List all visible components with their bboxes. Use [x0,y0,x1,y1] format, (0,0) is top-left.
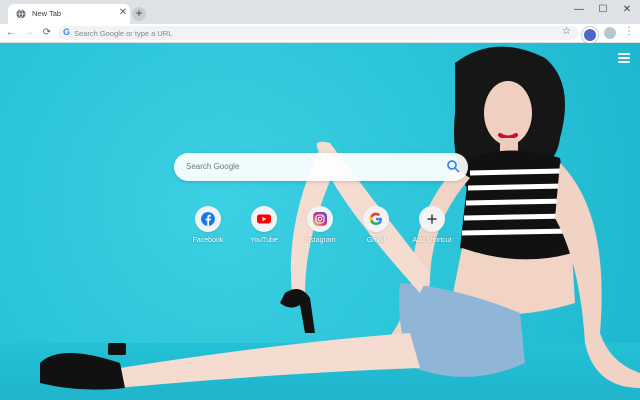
shortcut-label: Add shortcut [412,237,452,244]
more-menu-icon[interactable]: ⋮ [624,26,634,37]
toolbar: ← → ⟳ G Search Google or type a URL ☆ ⋮ [0,24,640,43]
extension-icon[interactable] [582,27,598,43]
instagram-icon [313,212,327,226]
customize-menu-icon[interactable] [618,53,630,63]
shortcut-tile [419,206,445,232]
shortcut-tile [307,206,333,232]
bookmark-star-icon[interactable]: ☆ [562,26,571,37]
back-arrow-icon[interactable]: ← [4,26,18,40]
new-tab-page: Search Google Facebook YouTube Instagram… [0,43,640,400]
shortcut-tile [195,206,221,232]
shortcut-tile [251,206,277,232]
maximize-button[interactable]: ☐ [592,3,614,17]
facebook-icon [201,212,215,226]
plus-icon [427,214,437,224]
google-g-icon: G [63,27,71,37]
search-box[interactable]: Search Google [174,153,468,181]
shortcut-label: Gmail [366,237,386,244]
tab-title: New Tab [32,9,62,18]
search-placeholder: Search Google [186,162,240,171]
reload-icon[interactable]: ⟳ [40,26,54,40]
shortcut-tile [363,206,389,232]
omnibox-placeholder: Search Google or type a URL [74,29,173,38]
close-window-button[interactable]: ✕ [616,3,638,17]
new-tab-button[interactable]: + [132,7,146,21]
omnibox[interactable]: G Search Google or type a URL [58,26,578,40]
forward-arrow-icon[interactable]: → [22,26,36,40]
shortcut-add[interactable]: Add shortcut [402,206,462,244]
shortcut-youtube[interactable]: YouTube [234,206,294,244]
youtube-icon [257,214,271,224]
shortcut-facebook[interactable]: Facebook [178,206,238,244]
shortcut-label: Facebook [192,237,224,244]
shortcut-label: Instagram [304,237,336,244]
tab-strip: New Tab ✕ + — ☐ ✕ [0,0,640,24]
google-icon [369,212,383,226]
profile-avatar[interactable] [604,27,616,39]
minimize-button[interactable]: — [568,3,590,17]
shortcut-gmail[interactable]: Gmail [346,206,406,244]
globe-icon [16,9,26,19]
close-tab-icon[interactable]: ✕ [116,6,130,20]
shortcut-instagram[interactable]: Instagram [290,206,350,244]
tab-new-tab[interactable]: New Tab ✕ [8,4,130,24]
search-icon[interactable] [446,159,460,173]
shortcut-label: YouTube [250,237,278,244]
